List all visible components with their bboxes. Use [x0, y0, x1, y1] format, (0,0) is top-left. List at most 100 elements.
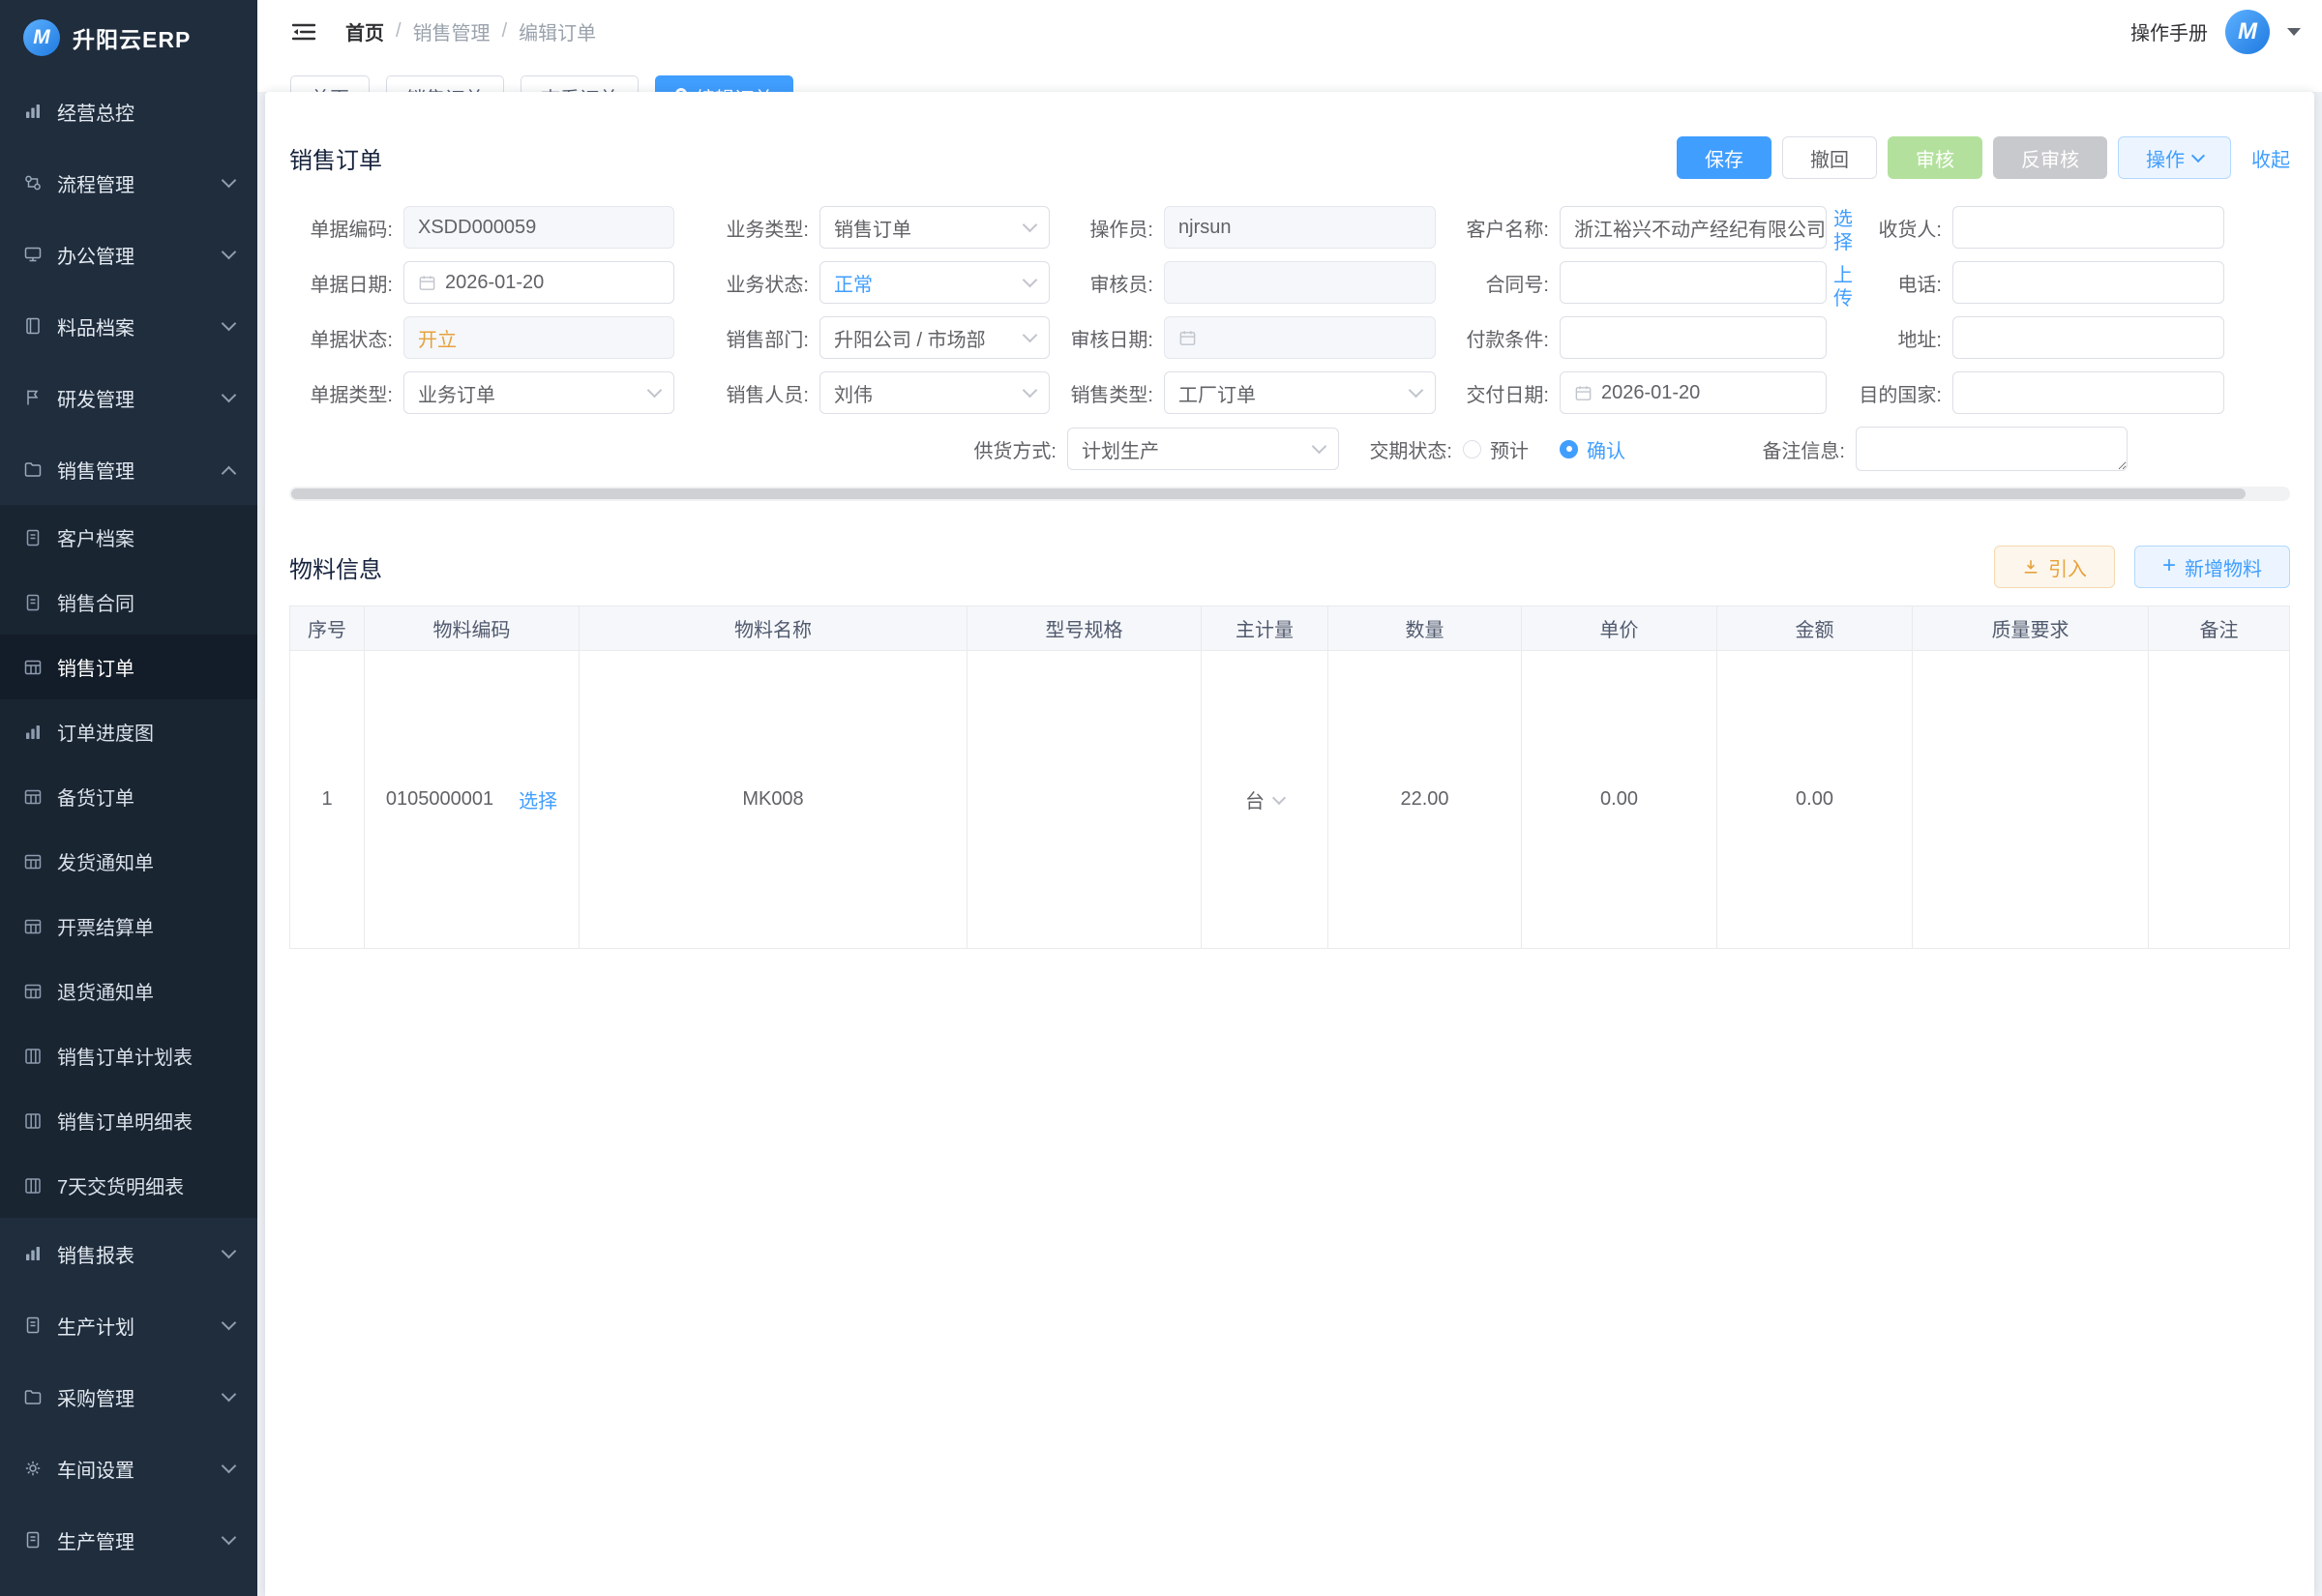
- sidebar-item-business-control[interactable]: 经营总控: [0, 75, 257, 147]
- tab-view-order[interactable]: 查看订单: [521, 75, 639, 92]
- sidebar-item-label: 退货通知单: [57, 977, 154, 1005]
- form-horizontal-scrollbar: [289, 487, 2290, 501]
- sidebar-item-process-mgmt[interactable]: 流程管理: [0, 147, 257, 219]
- scrollbar-thumb[interactable]: [291, 488, 2246, 499]
- doc-type-select[interactable]: 业务订单: [403, 371, 674, 414]
- sidebar-item-label: 销售订单明细表: [57, 1107, 193, 1135]
- sidebar-item-invoice-settlement[interactable]: 开票结算单: [0, 894, 257, 959]
- sidebar-item-outsourcing-mgmt[interactable]: 委外管理: [0, 1576, 257, 1596]
- bar-chart-icon: [23, 723, 43, 742]
- action-dropdown-button[interactable]: 操作: [2118, 136, 2231, 179]
- tab-home[interactable]: 首页: [290, 75, 370, 92]
- radio-confirmed[interactable]: 确认: [1560, 435, 1625, 463]
- columns-icon: [23, 1176, 43, 1196]
- breadcrumb-sales-mgmt[interactable]: 销售管理: [413, 17, 491, 45]
- customer-input[interactable]: 浙江裕兴不动产经纪有限公司: [1560, 206, 1827, 249]
- sidebar-item-return-notice[interactable]: 退货通知单: [0, 959, 257, 1023]
- sidebar-item-stock-order[interactable]: 备货订单: [0, 764, 257, 829]
- user-avatar[interactable]: M: [2225, 10, 2270, 54]
- sidebar-item-office-mgmt[interactable]: 办公管理: [0, 219, 257, 290]
- sidebar-item-material-archive[interactable]: 料品档案: [0, 290, 257, 362]
- field-label: 销售类型:: [1050, 379, 1164, 407]
- col-qty: 数量: [1328, 606, 1522, 651]
- payment-terms-input[interactable]: [1560, 316, 1827, 359]
- cell-price[interactable]: 0.00: [1522, 651, 1717, 949]
- cell-seq: 1: [290, 651, 365, 949]
- material-code-value[interactable]: 0105000001: [386, 788, 493, 811]
- collapse-link[interactable]: 收起: [2251, 144, 2290, 172]
- operation-manual-link[interactable]: 操作手册: [2130, 17, 2208, 45]
- consignee-input[interactable]: [1952, 206, 2224, 249]
- sidebar-item-label: 销售合同: [57, 588, 134, 616]
- radio-label: 预计: [1490, 435, 1529, 463]
- sidebar-item-customer-archive[interactable]: 客户档案: [0, 505, 257, 570]
- cell-unit[interactable]: 台: [1202, 651, 1328, 949]
- app-logo: M 升阳云ERP: [0, 0, 257, 75]
- sidebar: M 升阳云ERP 经营总控 流程管理 办公管理 料品档案 研发管理 销售管理 客…: [0, 0, 257, 1596]
- col-quality: 质量要求: [1913, 606, 2149, 651]
- sidebar-item-workshop-settings[interactable]: 车间设置: [0, 1433, 257, 1504]
- sales-type-select[interactable]: 工厂订单: [1164, 371, 1436, 414]
- tab-sales-order[interactable]: 销售订单: [386, 75, 504, 92]
- customer-value: 浙江裕兴不动产经纪有限公司: [1574, 214, 1826, 242]
- sidebar-item-shipping-notice[interactable]: 发货通知单: [0, 829, 257, 894]
- menu-collapse-icon[interactable]: [291, 21, 316, 43]
- order-actions: 保存 撤回 审核 反审核 操作 收起: [1677, 136, 2290, 179]
- sidebar-item-rd-mgmt[interactable]: 研发管理: [0, 362, 257, 433]
- tab-edit-order[interactable]: 编辑订单: [655, 75, 793, 92]
- columns-icon: [23, 1111, 43, 1131]
- field-label: 业务类型:: [674, 214, 819, 242]
- biz-status-select[interactable]: 正常: [819, 261, 1050, 304]
- sidebar-item-order-progress-chart[interactable]: 订单进度图: [0, 699, 257, 764]
- customer-select-link[interactable]: 选择: [1831, 208, 1856, 254]
- chevron-down-icon: [1409, 383, 1424, 399]
- col-material-name: 物料名称: [580, 606, 968, 651]
- sidebar-item-sales-report[interactable]: 销售报表: [0, 1218, 257, 1289]
- sidebar-item-sales-mgmt[interactable]: 销售管理: [0, 433, 257, 505]
- contract-no-input[interactable]: [1560, 261, 1827, 304]
- sidebar-item-purchase-mgmt[interactable]: 采购管理: [0, 1361, 257, 1433]
- address-input[interactable]: [1952, 316, 2224, 359]
- sales-dept-select[interactable]: 升阳公司 / 市场部: [819, 316, 1050, 359]
- materials-table: 序号 物料编码 物料名称 型号规格 主计量 数量 单价 金额 质量要求 备注 1: [289, 606, 2290, 949]
- sidebar-item-order-detail-report[interactable]: 销售订单明细表: [0, 1088, 257, 1153]
- sidebar-item-production-mgmt[interactable]: 生产管理: [0, 1504, 257, 1576]
- breadcrumb-home[interactable]: 首页: [345, 17, 384, 45]
- cell-material-code: 0105000001 选择: [365, 651, 580, 949]
- chevron-down-icon: [1272, 790, 1286, 804]
- supply-mode-select[interactable]: 计划生产: [1067, 428, 1339, 470]
- sidebar-item-7day-delivery-report[interactable]: 7天交货明细表: [0, 1153, 257, 1218]
- doc-date-input[interactable]: 2026-01-20: [403, 261, 674, 304]
- table-icon: [23, 658, 43, 677]
- dest-country-input[interactable]: [1952, 371, 2224, 414]
- save-button[interactable]: 保存: [1677, 136, 1771, 179]
- cell-qty[interactable]: 22.00: [1328, 651, 1522, 949]
- delivery-date-input[interactable]: 2026-01-20: [1560, 371, 1827, 414]
- cell-spec[interactable]: [968, 651, 1202, 949]
- material-select-link[interactable]: 选择: [519, 785, 557, 813]
- add-material-label: 新增物料: [2185, 553, 2262, 581]
- withdraw-button[interactable]: 撤回: [1782, 136, 1877, 179]
- add-material-button[interactable]: + 新增物料: [2134, 546, 2290, 588]
- salesperson-select[interactable]: 刘伟: [819, 371, 1050, 414]
- sidebar-item-production-plan[interactable]: 生产计划: [0, 1289, 257, 1361]
- sidebar-item-sales-order[interactable]: 销售订单: [0, 635, 257, 699]
- phone-input[interactable]: [1952, 261, 2224, 304]
- table-icon: [23, 787, 43, 807]
- sidebar-item-order-plan-report[interactable]: 销售订单计划表: [0, 1023, 257, 1088]
- radio-estimated[interactable]: 预计: [1463, 435, 1529, 463]
- biz-type-select[interactable]: 销售订单: [819, 206, 1050, 249]
- remark-textarea[interactable]: [1856, 427, 2128, 471]
- user-menu-caret-icon[interactable]: [2287, 28, 2301, 36]
- sidebar-item-sales-contract[interactable]: 销售合同: [0, 570, 257, 635]
- col-remark: 备注: [2149, 606, 2290, 651]
- cell-material-name[interactable]: MK008: [580, 651, 968, 949]
- customer-upload-link[interactable]: 上传: [1831, 264, 1856, 310]
- monitor-icon: [23, 245, 43, 264]
- sidebar-item-label: 7天交货明细表: [57, 1171, 184, 1199]
- cell-remark[interactable]: [2149, 651, 2290, 949]
- cell-quality[interactable]: [1913, 651, 2149, 949]
- chevron-down-icon: [222, 1458, 237, 1473]
- import-button[interactable]: 引入: [1994, 546, 2115, 588]
- field-label: 交付日期:: [1436, 379, 1560, 407]
